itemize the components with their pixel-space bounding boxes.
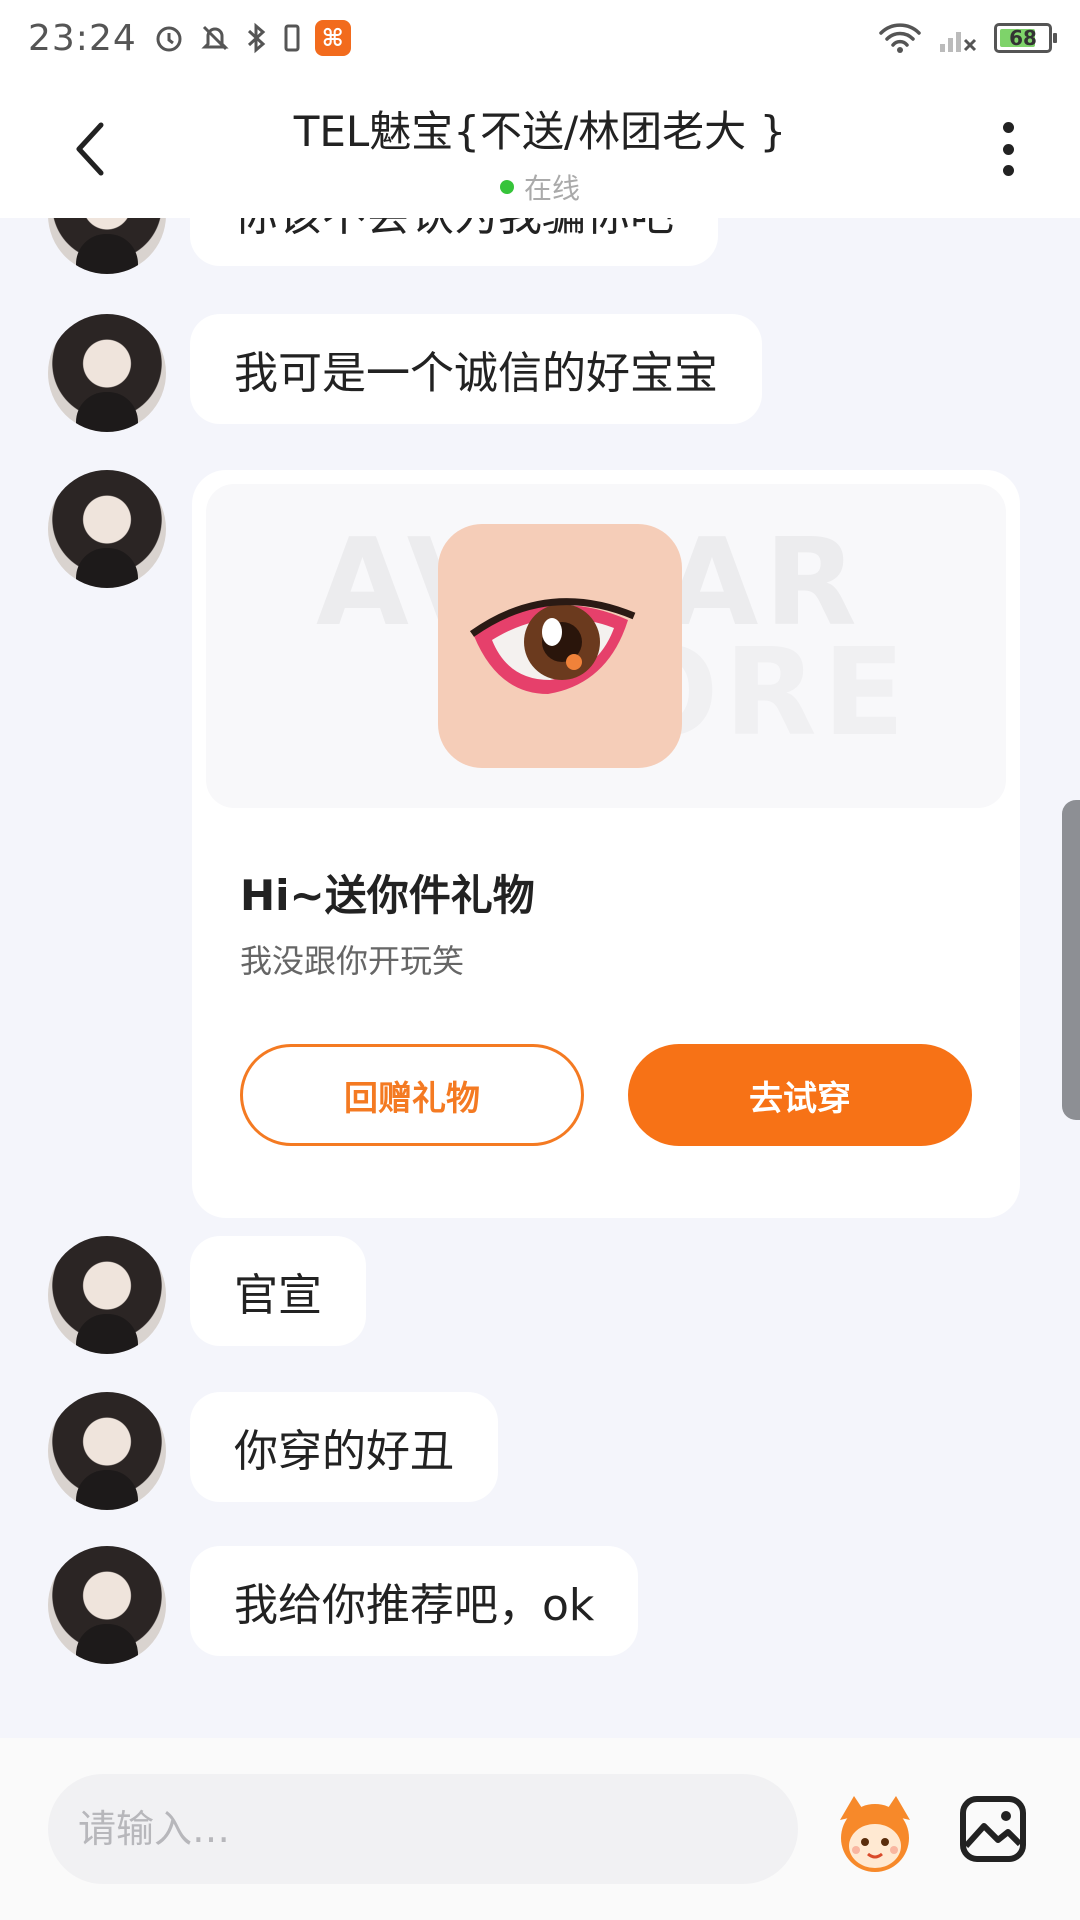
bluetooth-icon: [247, 22, 266, 54]
message-text: 你穿的好丑: [234, 1426, 454, 1477]
status-time: 23:24: [28, 17, 137, 59]
chat-screen: 23:24 ⌘ 68 TEL魅宝{不送/林团老大 } 在线 我可是一个诚信的好宝…: [0, 0, 1080, 1920]
eye-makeup-icon: [469, 598, 636, 694]
message-bubble[interactable]: 我可是一个诚信的好宝宝: [190, 314, 762, 424]
signal-icon: [940, 32, 977, 52]
status-bar: 23:24 ⌘ 68: [0, 0, 1080, 76]
wifi-icon: [879, 23, 921, 53]
gift-preview: AVATAR STORE: [206, 484, 1006, 808]
message-input[interactable]: [48, 1774, 798, 1884]
try-on-button[interactable]: 去试穿: [628, 1044, 972, 1146]
more-dot-icon: [1002, 165, 1014, 176]
gift-card[interactable]: AVATAR STORE Hi~送你件礼物 我没跟你开玩笑 回赠礼物: [192, 470, 1020, 1218]
message-list[interactable]: 你该不会认为我骗你吧 我可是一个诚信的好宝宝 AVATAR STORE: [0, 156, 1080, 1738]
message-bubble[interactable]: 我给你推荐吧，ok: [190, 1546, 639, 1656]
more-dot-icon: [1002, 122, 1014, 133]
mascot-emoji-icon: [840, 1796, 910, 1872]
image-icon: [960, 1796, 1026, 1862]
more-options-button[interactable]: [988, 116, 1028, 182]
contact-name: TEL魅宝{不送/林团老大 }: [293, 107, 787, 156]
online-dot-icon: [499, 180, 514, 194]
chat-header: TEL魅宝{不送/林团老大 } 在线: [0, 76, 1080, 218]
input-bar: [0, 1738, 1080, 1920]
emoji-button[interactable]: [832, 1790, 918, 1876]
mute-icon: [201, 25, 229, 51]
return-gift-button[interactable]: 回赠礼物: [240, 1044, 584, 1146]
message-bubble[interactable]: 你穿的好丑: [190, 1392, 498, 1502]
online-status: 在线: [0, 167, 1080, 207]
alarm-icon: [156, 26, 182, 52]
message-row: [48, 470, 166, 588]
more-dot-icon: [1002, 143, 1014, 155]
status-icons-left: ⌘: [153, 20, 351, 56]
message-row: 官宣: [48, 1236, 366, 1354]
gift-title: Hi~送你件礼物: [240, 871, 535, 920]
gift-item-image[interactable]: [438, 524, 682, 768]
message-text: 我可是一个诚信的好宝宝: [234, 348, 718, 399]
gift-subtitle: 我没跟你开玩笑: [240, 942, 465, 980]
battery-level: 68: [1009, 26, 1037, 50]
battery-indicator: 68: [994, 23, 1057, 53]
message-row: 我给你推荐吧，ok: [48, 1546, 639, 1664]
contact-avatar[interactable]: [48, 1236, 166, 1354]
online-status-text: 在线: [523, 172, 580, 205]
contact-avatar[interactable]: [48, 1546, 166, 1664]
contact-avatar[interactable]: [48, 1392, 166, 1510]
image-button[interactable]: [958, 1794, 1028, 1864]
app-notification-icon: ⌘: [314, 20, 351, 56]
message-row: 我可是一个诚信的好宝宝: [48, 314, 762, 432]
message-text: 官宣: [234, 1270, 322, 1321]
message-text: 我给你推荐吧，ok: [234, 1580, 595, 1631]
status-icons-right: 68: [878, 22, 1057, 54]
side-drawer-handle[interactable]: [1062, 800, 1080, 1120]
vibrate-icon: [284, 24, 300, 52]
message-row: 你穿的好丑: [48, 1392, 498, 1510]
contact-avatar[interactable]: [48, 470, 166, 588]
message-bubble[interactable]: 官宣: [190, 1236, 366, 1346]
contact-avatar[interactable]: [48, 314, 166, 432]
title-block: TEL魅宝{不送/林团老大 } 在线: [0, 98, 1080, 207]
